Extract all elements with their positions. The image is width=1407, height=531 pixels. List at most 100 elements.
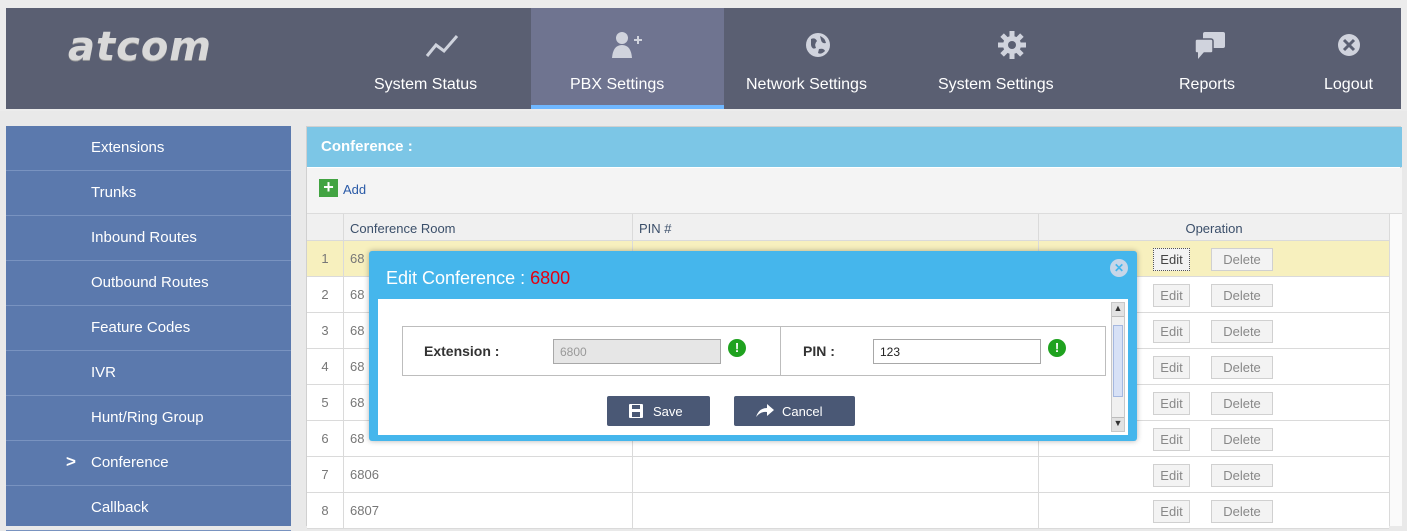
sidebar-item-inbound-routes[interactable]: Inbound Routes — [6, 216, 291, 261]
table-row[interactable]: 7 6806 Edit Delete — [307, 457, 1389, 493]
plus-icon[interactable]: + — [319, 178, 338, 197]
delete-button[interactable]: Delete — [1211, 464, 1273, 487]
header-conference-room[interactable]: Conference Room — [344, 214, 633, 240]
dialog-body: Extension : ! PIN : ! Save Cancel ▲ — [378, 299, 1128, 435]
sidebar-item-callback[interactable]: Callback — [6, 486, 291, 531]
delete-button[interactable]: Delete — [1211, 320, 1273, 343]
sidebar-item-feature-codes[interactable]: Feature Codes — [6, 306, 291, 351]
row-number: 4 — [321, 359, 329, 374]
nav-logout[interactable]: Logout — [1313, 8, 1385, 109]
table-row[interactable]: 8 6807 Edit Delete — [307, 493, 1389, 529]
sidebar-item-label: IVR — [91, 364, 117, 381]
header-label: PIN # — [639, 221, 672, 236]
pin-field[interactable] — [873, 339, 1041, 364]
nav-network-settings[interactable]: Network Settings — [737, 8, 900, 109]
conference-room-number: 68 — [350, 359, 365, 374]
row-number: 6 — [321, 431, 329, 446]
edit-button[interactable]: Edit — [1153, 320, 1190, 343]
row-number-cell: 6 — [307, 421, 344, 456]
header-label: Conference Room — [350, 221, 456, 236]
edit-button[interactable]: Edit — [1153, 392, 1190, 415]
nav-pbx-settings[interactable]: PBX Settings — [531, 8, 724, 109]
edit-button[interactable]: Edit — [1153, 464, 1190, 487]
cancel-button[interactable]: Cancel — [734, 396, 855, 426]
close-circle-icon — [1338, 34, 1360, 56]
sidebar-item-label: Outbound Routes — [91, 274, 209, 291]
sidebar-item-label: Inbound Routes — [91, 229, 197, 246]
sidebar-item-trunks[interactable]: Trunks — [6, 171, 291, 216]
conference-room-number: 68 — [350, 287, 365, 302]
delete-button[interactable]: Delete — [1211, 500, 1273, 523]
form-divider — [780, 327, 781, 375]
sidebar-item-label: Trunks — [91, 184, 137, 201]
extension-label: Extension : — [424, 343, 500, 359]
table-scrollbar[interactable] — [1389, 214, 1402, 526]
add-button[interactable]: Add — [343, 182, 366, 197]
conference-room-number: 6806 — [350, 467, 379, 482]
sidebar-item-hunt-ring-group[interactable]: Hunt/Ring Group — [6, 396, 291, 441]
dialog-scrollbar[interactable]: ▲ ▼ — [1111, 302, 1125, 432]
panel-title-bar: Conference : — [307, 127, 1402, 167]
close-icon[interactable]: ✕ — [1110, 259, 1128, 277]
required-icon: ! — [728, 339, 746, 357]
chart-line-icon — [425, 35, 459, 57]
save-button[interactable]: Save — [607, 396, 710, 426]
active-marker: > — [66, 452, 76, 471]
row-number: 5 — [321, 395, 329, 410]
sidebar-item-outbound-routes[interactable]: Outbound Routes — [6, 261, 291, 306]
gear-icon — [998, 31, 1026, 59]
delete-button[interactable]: Delete — [1211, 428, 1273, 451]
sidebar-item-label: Conference — [91, 454, 169, 471]
required-icon: ! — [1048, 339, 1066, 357]
delete-button[interactable]: Delete — [1211, 284, 1273, 307]
conference-room-number: 6807 — [350, 503, 379, 518]
scroll-down-icon[interactable]: ▼ — [1112, 417, 1124, 431]
nav-system-status[interactable]: System Status — [370, 8, 516, 109]
edit-button[interactable]: Edit — [1153, 500, 1190, 523]
active-underline — [531, 105, 724, 109]
row-number-cell: 7 — [307, 457, 344, 492]
sidebar-item-conference[interactable]: > Conference — [6, 441, 291, 486]
conference-room-number: 68 — [350, 431, 365, 446]
row-number-cell: 4 — [307, 349, 344, 384]
nav-system-settings[interactable]: System Settings — [935, 8, 1090, 109]
scroll-thumb[interactable] — [1113, 325, 1123, 397]
save-button-label: Save — [653, 404, 683, 419]
nav-label: PBX Settings — [570, 76, 665, 93]
scroll-up-icon[interactable]: ▲ — [1112, 303, 1124, 317]
nav-label: System Status — [374, 76, 478, 93]
nav-label: Reports — [1179, 76, 1236, 93]
room-cell: 6807 — [344, 493, 633, 528]
toolbar: + Add — [307, 168, 1402, 214]
sidebar-item-label: Callback — [91, 499, 149, 516]
add-user-icon — [612, 32, 642, 58]
atcom-logo: atcom — [68, 24, 212, 70]
floppy-disk-icon — [629, 404, 643, 418]
edit-button[interactable]: Edit — [1153, 248, 1190, 271]
conference-room-number: 68 — [350, 323, 365, 338]
table-header: Conference Room PIN # Operation — [307, 214, 1389, 241]
edit-button[interactable]: Edit — [1153, 356, 1190, 379]
sidebar-item-extensions[interactable]: Extensions — [6, 126, 291, 171]
delete-button[interactable]: Delete — [1211, 248, 1273, 271]
nav-label: Logout — [1324, 76, 1373, 93]
sidebar: Extensions Trunks Inbound Routes Outboun… — [6, 126, 291, 531]
pin-cell — [633, 457, 1039, 492]
main-navigation: atcom System Status PBX Settings Network… — [6, 8, 1401, 109]
extension-field — [553, 339, 721, 364]
operation-cell: Edit Delete — [1039, 457, 1389, 492]
header-pin[interactable]: PIN # — [633, 214, 1039, 240]
row-number: 7 — [321, 467, 329, 482]
delete-button[interactable]: Delete — [1211, 356, 1273, 379]
edit-button[interactable]: Edit — [1153, 284, 1190, 307]
delete-button[interactable]: Delete — [1211, 392, 1273, 415]
page-title: Conference : — [321, 138, 413, 155]
room-cell: 6806 — [344, 457, 633, 492]
edit-button[interactable]: Edit — [1153, 428, 1190, 451]
nav-reports[interactable]: Reports — [1158, 8, 1263, 109]
row-number: 1 — [321, 251, 329, 266]
dialog-title: Edit Conference : 6800 — [386, 268, 570, 289]
row-number: 2 — [321, 287, 329, 302]
globe-icon — [806, 33, 830, 57]
sidebar-item-ivr[interactable]: IVR — [6, 351, 291, 396]
